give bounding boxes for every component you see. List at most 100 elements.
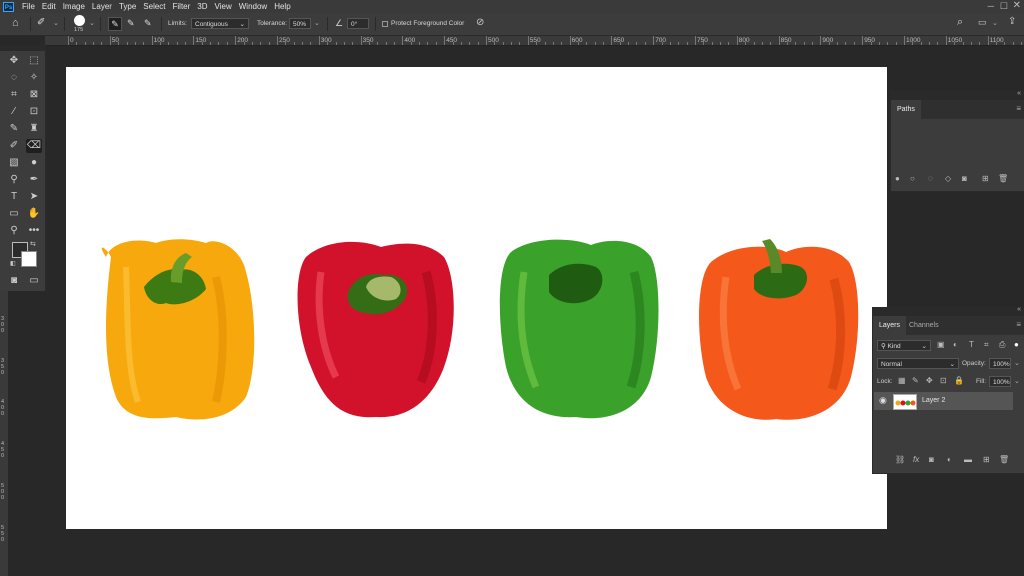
spot-healing-tool-icon[interactable]: ⊡ (26, 105, 42, 119)
eyedropper-tool-icon[interactable]: ⁄ (6, 105, 22, 119)
pressure-size-icon[interactable]: ⊘ (476, 17, 484, 28)
clone-stamp-tool-icon[interactable]: ♜ (26, 122, 42, 136)
frame-tool-icon[interactable]: ⊠ (26, 88, 42, 102)
tolerance-input[interactable]: 50% (289, 18, 311, 29)
tab-channels[interactable]: Channels (903, 316, 945, 335)
new-layer-icon[interactable]: ⊞ (983, 455, 990, 464)
link-layers-icon[interactable]: ⛓ (895, 455, 905, 464)
brush-chevron-icon[interactable]: ⌄ (89, 19, 95, 27)
sampling-background-swatch-icon[interactable]: ✎ (144, 18, 152, 29)
limits-select[interactable]: Contiguous ⌄ (191, 18, 249, 29)
swap-colors-icon[interactable]: ⇆ (30, 240, 36, 248)
workspace-chevron-icon[interactable]: ⌄ (992, 19, 998, 27)
sampling-once-icon[interactable]: ✎ (127, 18, 135, 29)
lock-all-icon[interactable]: 🔒 (954, 376, 964, 385)
dodge-tool-icon[interactable]: ⚲ (6, 173, 22, 187)
toolbar-grip[interactable] (0, 45, 45, 51)
menu-window[interactable]: Window (239, 2, 267, 11)
home-icon[interactable]: ⌂ (12, 17, 19, 29)
delete-layer-icon[interactable]: 🗑 (999, 455, 1009, 464)
filter-pixel-icon[interactable]: ▣ (937, 340, 945, 349)
add-mask-icon[interactable]: ◙ (962, 174, 967, 183)
opacity-input[interactable]: 100% (989, 358, 1011, 369)
filter-smart-object-icon[interactable]: ⎙ (999, 340, 1005, 350)
quick-mask-icon[interactable]: ◙ (6, 274, 22, 288)
move-tool-icon[interactable]: ✥ (6, 54, 22, 68)
menu-3d[interactable]: 3D (197, 2, 207, 11)
more-tools-icon[interactable]: ••• (26, 224, 42, 238)
document-canvas[interactable] (66, 67, 887, 529)
new-path-icon[interactable]: ⊞ (982, 174, 989, 183)
share-icon[interactable]: ⇪ (1008, 16, 1016, 27)
marquee-tool-icon[interactable]: ⬚ (26, 54, 42, 68)
menu-view[interactable]: View (215, 2, 232, 11)
new-group-icon[interactable]: ▬ (964, 455, 972, 464)
default-colors-icon[interactable]: ◧ (10, 260, 16, 267)
background-eraser-tool-icon[interactable]: ✐ (37, 17, 45, 28)
menu-filter[interactable]: Filter (173, 2, 191, 11)
opacity-chevron-icon[interactable]: ⌄ (1014, 359, 1020, 367)
menu-type[interactable]: Type (119, 2, 136, 11)
background-color-swatch[interactable] (21, 251, 37, 267)
filter-type-icon[interactable]: T (969, 340, 974, 349)
blur-tool-icon[interactable]: ● (26, 156, 42, 170)
filter-shape-icon[interactable]: ⌗ (984, 340, 989, 350)
close-icon[interactable]: ✕ (1013, 0, 1021, 11)
filter-toggle-icon[interactable]: ● (1014, 340, 1019, 349)
fx-icon[interactable]: fx (913, 455, 919, 464)
fill-input[interactable]: 100% (989, 376, 1011, 387)
type-tool-icon[interactable]: T (6, 190, 22, 204)
magic-wand-tool-icon[interactable]: ✧ (26, 71, 42, 85)
tab-layers[interactable]: Layers (873, 316, 907, 335)
workspace-icon[interactable]: ▭ (978, 17, 987, 28)
visibility-eye-icon[interactable]: ◉ (879, 395, 887, 406)
delete-path-icon[interactable]: 🗑 (998, 174, 1008, 183)
lock-image-icon[interactable]: ✎ (912, 376, 919, 385)
menu-select[interactable]: Select (143, 2, 165, 11)
filter-kind-select[interactable]: ⚲ Kind ⌄ (877, 340, 931, 351)
zoom-tool-icon[interactable]: ⚲ (6, 224, 22, 238)
lock-transparency-icon[interactable]: ▦ (898, 376, 906, 385)
screen-mode-icon[interactable]: ▭ (26, 274, 42, 288)
crop-tool-icon[interactable]: ⌗ (6, 88, 22, 102)
collapse-icon[interactable]: « (1017, 90, 1021, 97)
menu-help[interactable]: Help (274, 2, 290, 11)
sampling-continuous-icon[interactable]: ✎ (108, 17, 122, 31)
load-selection-icon[interactable]: ◌ (928, 174, 933, 183)
tab-paths[interactable]: Paths (891, 100, 921, 119)
tolerance-chevron-icon[interactable]: ⌄ (314, 19, 320, 27)
angle-input[interactable]: 0° (347, 18, 369, 29)
maximize-icon[interactable]: ☐ (1000, 1, 1008, 12)
make-work-path-icon[interactable]: ◇ (945, 174, 951, 183)
fill-path-icon[interactable]: ● (895, 174, 900, 183)
panel-menu-icon[interactable]: ≡ (1016, 104, 1021, 113)
menu-file[interactable]: File (22, 2, 35, 11)
layer-name[interactable]: Layer 2 (922, 397, 945, 404)
new-adjustment-layer-icon[interactable]: ◐ (947, 455, 952, 464)
add-layer-mask-icon[interactable]: ◙ (929, 455, 934, 464)
eraser-tool-icon[interactable]: ⌫ (26, 139, 42, 153)
filter-adjustment-icon[interactable]: ◐ (953, 340, 958, 349)
menu-image[interactable]: Image (63, 2, 85, 11)
tool-preset-chevron-icon[interactable]: ⌄ (53, 19, 59, 27)
panel-menu-icon[interactable]: ≡ (1016, 320, 1021, 329)
shape-tool-icon[interactable]: ▭ (6, 207, 22, 221)
photoshop-logo-icon[interactable]: Ps (3, 1, 14, 12)
menu-edit[interactable]: Edit (42, 2, 56, 11)
gradient-tool-icon[interactable]: ▧ (6, 156, 22, 170)
collapse-icon[interactable]: « (1017, 306, 1021, 313)
stroke-path-icon[interactable]: ○ (910, 174, 915, 183)
protect-foreground-checkbox[interactable] (382, 21, 388, 27)
lasso-tool-icon[interactable]: ◌ (6, 71, 22, 85)
fill-chevron-icon[interactable]: ⌄ (1014, 377, 1020, 385)
search-icon[interactable]: ⌕ (957, 16, 963, 29)
history-brush-tool-icon[interactable]: ✐ (6, 139, 22, 153)
pen-tool-icon[interactable]: ✒ (26, 173, 42, 187)
menu-layer[interactable]: Layer (92, 2, 112, 11)
blend-mode-select[interactable]: Normal ⌄ (877, 358, 959, 369)
lock-position-icon[interactable]: ✥ (926, 376, 933, 385)
lock-artboard-icon[interactable]: ⊡ (940, 376, 947, 385)
path-selection-tool-icon[interactable]: ➤ (26, 190, 42, 204)
layer-row[interactable]: ◉ Layer 2 (874, 392, 1013, 410)
brush-preview-icon[interactable] (74, 15, 85, 26)
